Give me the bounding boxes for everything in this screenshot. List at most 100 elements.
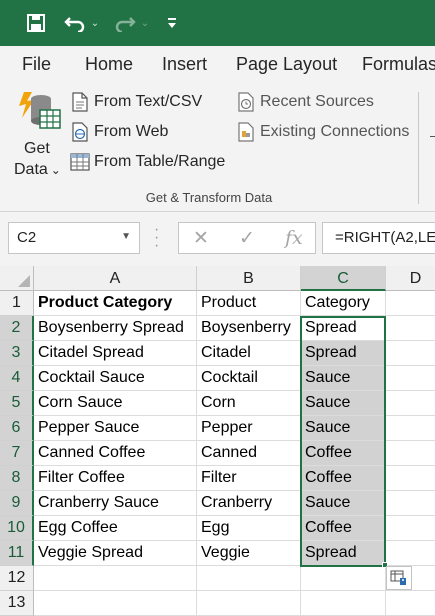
row-header[interactable]: 7 [0,441,34,466]
cell-c-8[interactable]: Coffee [301,466,386,491]
cell-c-3[interactable]: Spread [301,341,386,366]
flash-fill-options-icon[interactable] [386,566,412,590]
enter-icon[interactable]: ✓ [239,227,255,250]
cell-b-6[interactable]: Pepper [197,416,301,441]
cell-b-8[interactable]: Filter [197,466,301,491]
cell-d-7[interactable] [386,441,435,466]
cell-a-11[interactable]: Veggie Spread [34,541,197,566]
cell-b-7[interactable]: Canned [197,441,301,466]
cell-d-10[interactable] [386,516,435,541]
redo-dropdown-icon[interactable]: ⌄ [140,9,150,37]
row-header[interactable]: 3 [0,341,34,366]
cell-a-7[interactable]: Canned Coffee [34,441,197,466]
row-header[interactable]: 5 [0,391,34,416]
existing-connections-button[interactable]: Existing Connections [236,122,409,142]
undo-dropdown-icon[interactable]: ⌄ [90,9,100,37]
tab-home[interactable]: Home [85,54,133,75]
cell-d-11[interactable] [386,541,435,566]
cell-a-9[interactable]: Cranberry Sauce [34,491,197,516]
row-header[interactable]: 6 [0,416,34,441]
cell-b-13[interactable] [197,591,301,616]
cell-a-1[interactable]: Product Category [34,291,197,316]
column-header-c[interactable]: C [301,266,386,291]
insert-function-icon[interactable]: fx [285,227,303,249]
cell-b-2[interactable]: Boysenberry [197,316,301,341]
row-header[interactable]: 8 [0,466,34,491]
cell-d-5[interactable] [386,391,435,416]
select-all-button[interactable] [0,266,34,291]
cell-d-13[interactable] [386,591,435,616]
cell-c-12[interactable] [301,566,386,591]
tab-file[interactable]: File [22,54,51,75]
get-data-label-line1: Get [24,140,50,157]
formula-bar-grip-icon[interactable]: · · · [154,222,159,254]
cell-d-3[interactable] [386,341,435,366]
cell-c-11[interactable]: Spread [301,541,386,566]
cell-b-5[interactable]: Corn [197,391,301,416]
row-header[interactable]: 11 [0,541,34,566]
recent-sources-button[interactable]: Recent Sources [236,92,374,112]
formula-input[interactable]: =RIGHT(A2,LE [322,222,435,254]
customize-qat-icon[interactable] [164,9,180,37]
get-data-button[interactable]: Get Data ⌄ [10,90,64,180]
quick-access-toolbar: ⌄ ⌄ [0,0,435,46]
name-box[interactable]: C2 ▼ [8,222,140,254]
cell-b-12[interactable] [197,566,301,591]
cell-c-5[interactable]: Sauce [301,391,386,416]
cell-b-9[interactable]: Cranberry [197,491,301,516]
column-header-a[interactable]: A [34,266,197,291]
worksheet-grid: A B C D 1 Product Category Product Category… [0,266,435,616]
from-text-csv-button[interactable]: From Text/CSV [70,92,202,112]
existing-connections-label: Existing Connections [260,123,410,140]
cell-a-6[interactable]: Pepper Sauce [34,416,197,441]
row-header[interactable]: 10 [0,516,34,541]
cell-d-8[interactable] [386,466,435,491]
column-header-d[interactable]: D [386,266,435,291]
cell-a-3[interactable]: Citadel Spread [34,341,197,366]
cell-d-6[interactable] [386,416,435,441]
row-header[interactable]: 4 [0,366,34,391]
cell-c-7[interactable]: Coffee [301,441,386,466]
cell-b-3[interactable]: Citadel [197,341,301,366]
cell-a-5[interactable]: Corn Sauce [34,391,197,416]
cell-c-10[interactable]: Coffee [301,516,386,541]
cell-c-1[interactable]: Category [301,291,386,316]
tab-page-layout[interactable]: Page Layout [236,54,337,75]
cell-c-13[interactable] [301,591,386,616]
cell-a-8[interactable]: Filter Coffee [34,466,197,491]
web-page-icon [70,122,90,142]
cell-c-4[interactable]: Sauce [301,366,386,391]
cancel-icon[interactable]: ✕ [193,227,209,250]
cell-a-10[interactable]: Egg Coffee [34,516,197,541]
tab-formulas[interactable]: Formulas [362,54,435,75]
cell-b-10[interactable]: Egg [197,516,301,541]
from-web-button[interactable]: From Web [70,122,168,142]
cell-a-12[interactable] [34,566,197,591]
cell-c-2[interactable]: Spread [301,316,386,341]
row-header[interactable]: 2 [0,316,34,341]
tab-insert[interactable]: Insert [162,54,207,75]
cell-d-2[interactable] [386,316,435,341]
cell-b-1[interactable]: Product [197,291,301,316]
from-web-label: From Web [94,123,169,140]
cell-a-13[interactable] [34,591,197,616]
cell-c-9[interactable]: Sauce [301,491,386,516]
chevron-down-icon[interactable]: ▼ [121,231,131,242]
row-header[interactable]: 12 [0,566,34,591]
cell-c-6[interactable]: Sauce [301,416,386,441]
cell-d-9[interactable] [386,491,435,516]
cell-d-4[interactable] [386,366,435,391]
cell-b-4[interactable]: Cocktail [197,366,301,391]
undo-icon[interactable] [60,9,90,37]
cell-b-11[interactable]: Veggie [197,541,301,566]
cell-a-4[interactable]: Cocktail Sauce [34,366,197,391]
redo-icon[interactable] [110,9,140,37]
row-header[interactable]: 1 [0,291,34,316]
column-header-b[interactable]: B [197,266,301,291]
from-table-range-button[interactable]: From Table/Range [70,152,225,172]
row-header[interactable]: 9 [0,491,34,516]
row-header[interactable]: 13 [0,591,34,616]
save-icon[interactable] [22,9,50,37]
cell-a-2[interactable]: Boysenberry Spread [34,316,197,341]
cell-d-1[interactable] [386,291,435,316]
